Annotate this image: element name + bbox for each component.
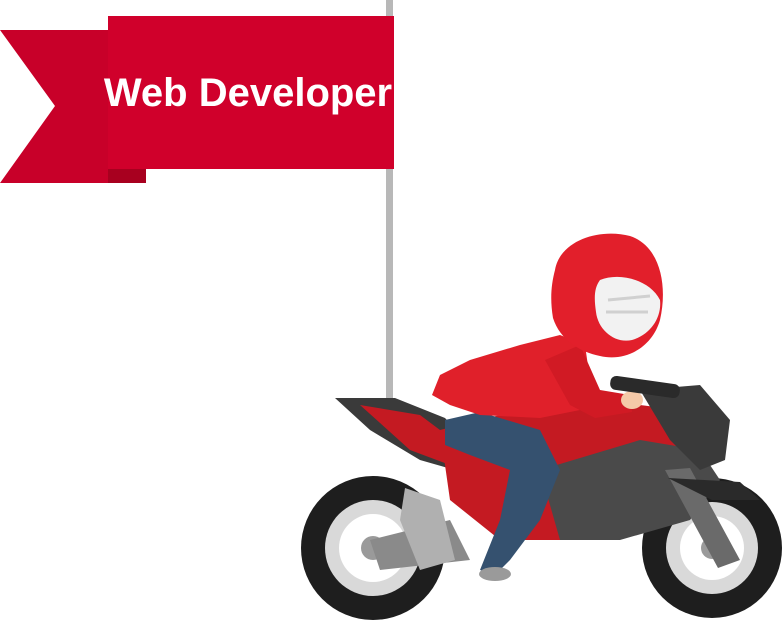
flag-icon: Web Developer — [0, 16, 394, 183]
rider-shoe — [479, 567, 511, 581]
motorcycle-rider-illustration — [301, 233, 782, 620]
flag-label: Web Developer — [104, 71, 392, 115]
helmet-icon — [551, 233, 663, 358]
hero-illustration: Web Developer — [0, 0, 782, 620]
rider-hand — [621, 391, 643, 409]
flag-ribbon-tail — [0, 30, 110, 183]
